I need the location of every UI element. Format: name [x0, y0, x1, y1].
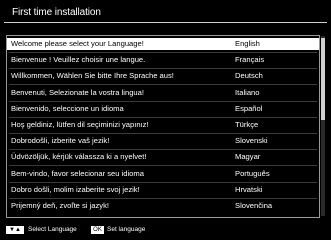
scrollbar[interactable]	[321, 36, 325, 216]
row-divider	[9, 52, 317, 53]
arrow-keys-icon: ▼▲	[6, 226, 24, 234]
row-divider	[9, 181, 317, 183]
language-row[interactable]: Willkommen, Wählen Sie bitte Ihre Sprach…	[7, 70, 319, 82]
row-divider	[9, 68, 317, 70]
language-name: Español	[235, 103, 263, 113]
installation-screen: First time installation Welcome please s…	[0, 0, 331, 240]
ok-key-icon: OK	[91, 226, 104, 234]
header-bar: First time installation	[4, 4, 327, 23]
language-row[interactable]: Hoş geldiniz, lütfen dil seçiminizi yapı…	[7, 119, 319, 131]
greeting-text: Hoş geldiniz, lütfen dil seçiminizi yapı…	[11, 120, 149, 129]
row-divider	[9, 84, 317, 86]
row-divider	[9, 133, 317, 134]
language-name: Italiano	[235, 87, 260, 97]
row-divider	[9, 116, 317, 118]
greeting-text: Bem-vindo, favor selecionar seu idioma	[11, 168, 144, 178]
language-row[interactable]: Prijemný deň, zvoľte si jazyk! Slovenčina	[7, 200, 319, 212]
language-name: Türkçe	[235, 120, 259, 129]
scrollbar-thumb[interactable]	[321, 38, 325, 120]
set-language-hint: Set language	[107, 226, 146, 233]
language-row[interactable]: Bienvenue ! Veuillez choisir une langue.…	[7, 54, 319, 66]
greeting-text: Willkommen, Wählen Sie bitte Ihre Sprach…	[11, 71, 174, 81]
select-language-hint: Select Language	[28, 226, 77, 233]
language-name: Slovenski	[235, 136, 268, 146]
row-divider	[9, 100, 317, 102]
greeting-text: Dobrodošli, izberite vaš jezik!	[11, 136, 110, 146]
greeting-text: Dobro došli, molim izaberite svoj jezik!	[11, 184, 140, 194]
language-name: Magyar	[235, 152, 261, 162]
row-divider	[9, 165, 317, 167]
language-name: Deutsch	[235, 71, 263, 81]
language-name: Português	[235, 168, 270, 178]
row-divider	[9, 197, 317, 199]
language-row[interactable]: Bienvenido, seleccione un idioma Español	[7, 103, 319, 115]
language-row[interactable]: Benvenuti, Selezionate la vostra lingua!…	[7, 87, 319, 99]
language-name: English	[235, 39, 260, 48]
language-list: Welcome please select your Language! Engl…	[6, 35, 320, 218]
row-divider	[9, 149, 317, 151]
language-row[interactable]: Dobrodošli, izberite vaš jezik! Slovenski	[7, 135, 319, 147]
language-name: Français	[235, 55, 265, 65]
language-name: Hrvatski	[235, 184, 263, 194]
greeting-text: Bienvenue ! Veuillez choisir une langue.	[11, 55, 146, 65]
greeting-text: Üdvözöljük, kérjük válassza ki a nyelvet…	[11, 152, 147, 162]
page-title: First time installation	[12, 7, 101, 18]
greeting-text: Welcome please select your Language!	[11, 39, 144, 48]
language-row[interactable]: Üdvözöljük, kérjük válassza ki a nyelvet…	[7, 151, 319, 163]
greeting-text: Benvenuti, Selezionate la vostra lingua!	[11, 87, 144, 97]
language-row[interactable]: Dobro došli, molim izaberite svoj jezik!…	[7, 184, 319, 196]
greeting-text: Prijemný deň, zvoľte si jazyk!	[11, 201, 110, 210]
greeting-text: Bienvenido, seleccione un idioma	[11, 103, 124, 113]
language-row[interactable]: Welcome please select your Language! Engl…	[7, 38, 319, 50]
language-row[interactable]: Bem-vindo, favor selecionar seu idioma Po…	[7, 168, 319, 180]
language-name: Slovenčina	[235, 201, 273, 210]
footer-hints: ▼▲ Select Language OK Set language	[0, 221, 331, 240]
